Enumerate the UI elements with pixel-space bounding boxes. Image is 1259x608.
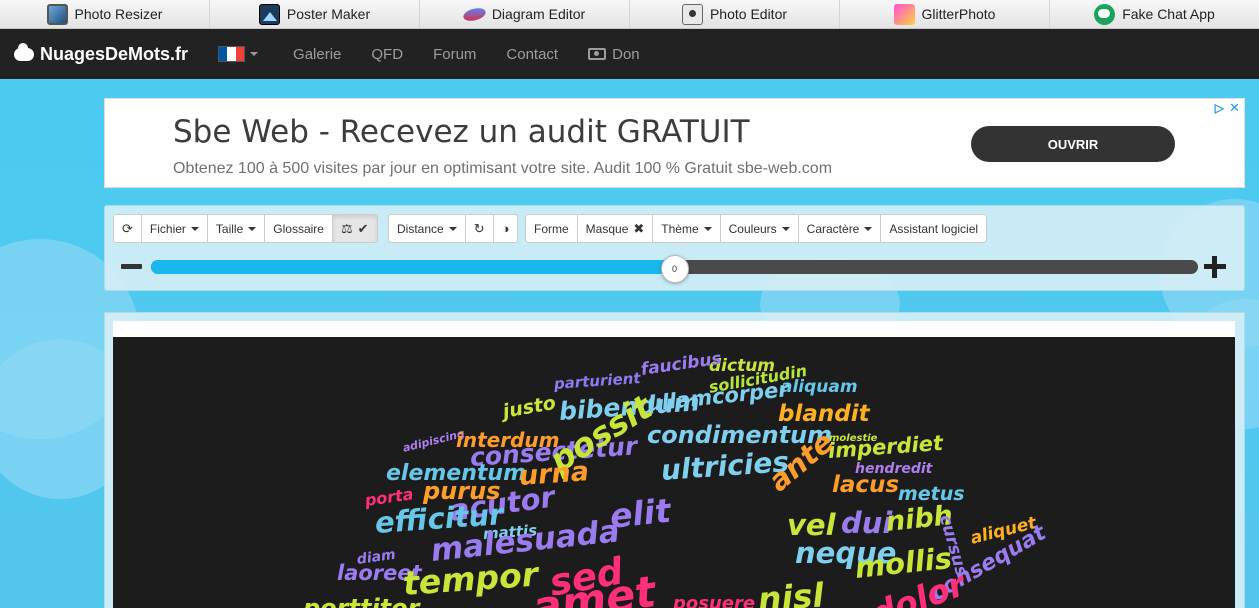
photo-resizer-icon: [46, 3, 68, 25]
cloud-word[interactable]: parturient: [553, 369, 641, 393]
close-icon[interactable]: ✕: [1229, 100, 1240, 116]
app-label: GlitterPhoto: [921, 6, 996, 22]
french-flag-icon: [218, 46, 246, 62]
contrast-icon: ◑: [501, 221, 510, 236]
glossaire-button[interactable]: Glossaire: [264, 214, 333, 243]
fichier-dropdown[interactable]: Fichier: [140, 214, 208, 243]
cloud-word[interactable]: aliquam: [781, 379, 858, 396]
money-icon: [588, 48, 607, 60]
main-navbar: NuagesDeMots.fr Galerie QFD Forum Contac…: [0, 29, 1259, 79]
cloud-word[interactable]: tempor: [402, 555, 540, 603]
minus-icon[interactable]: [121, 264, 142, 269]
contrast-button[interactable]: ◑: [492, 214, 519, 243]
taille-label: Taille: [215, 221, 244, 236]
fichier-label: Fichier: [149, 221, 186, 236]
word-cloud-canvas[interactable]: dictum faucibus parturient sollicitudin aliq…: [113, 337, 1235, 608]
ad-description[interactable]: Obtenez 100 à 500 visites par jour en op…: [173, 160, 832, 178]
cloud-word[interactable]: nisl: [757, 575, 825, 608]
app-label: Photo Editor: [709, 6, 788, 22]
distance-dropdown[interactable]: Distance: [388, 214, 466, 243]
brand-name: NuagesDeMots.fr: [40, 43, 189, 64]
app-glitterphoto[interactable]: GlitterPhoto: [840, 0, 1050, 28]
cloud-icon: [14, 42, 34, 61]
theme-dropdown[interactable]: Thème: [652, 214, 721, 243]
adchoices-icon[interactable]: ▷: [1215, 101, 1224, 115]
refresh-button[interactable]: ⟳: [113, 214, 142, 243]
app-photo-resizer[interactable]: Photo Resizer: [0, 0, 210, 28]
caret-down-icon: [703, 226, 712, 231]
caret-down-icon: [781, 226, 790, 231]
nav-links: Galerie QFD Forum Contact Don: [278, 46, 655, 63]
cloud-word[interactable]: justo: [501, 392, 557, 423]
refresh-icon: ⟳: [122, 221, 133, 236]
file-button-group: ⟳ Fichier Taille Glossaire ⚖ ✔: [113, 214, 378, 243]
diagram-editor-icon: [459, 7, 489, 21]
balance-toggle-button[interactable]: ⚖ ✔: [331, 214, 378, 243]
app-label: Fake Chat App: [1122, 6, 1215, 22]
caractere-dropdown[interactable]: Caractère: [797, 214, 882, 243]
couleurs-dropdown[interactable]: Couleurs: [719, 214, 799, 243]
app-fake-chat[interactable]: Fake Chat App: [1050, 0, 1259, 28]
cloud-word[interactable]: lacus: [832, 474, 899, 497]
masque-button[interactable]: Masque ✖: [576, 214, 654, 243]
app-label: Photo Resizer: [74, 6, 163, 22]
plus-icon[interactable]: [1204, 256, 1226, 278]
cloud-word[interactable]: porttitor: [303, 596, 419, 608]
nav-contact[interactable]: Contact: [491, 46, 573, 63]
nav-qfd[interactable]: QFD: [356, 46, 418, 63]
ad-title[interactable]: Sbe Web - Recevez un audit GRATUIT: [173, 114, 750, 150]
cloud-header-strip: [113, 321, 1235, 337]
distance-label: Distance: [397, 221, 444, 236]
donate-label: Don: [612, 45, 640, 63]
slider-fill: [151, 260, 675, 274]
forme-button[interactable]: Forme: [525, 214, 578, 243]
theme-label: Thème: [661, 221, 699, 236]
caret-down-icon: [248, 226, 257, 231]
caret-down-icon: [864, 226, 873, 231]
app-bar: Photo Resizer Poster Maker Diagram Edito…: [0, 0, 1259, 29]
app-label: Diagram Editor: [491, 6, 586, 22]
assistant-button[interactable]: Assistant logiciel: [880, 214, 988, 243]
masque-label: Masque: [585, 221, 629, 236]
remove-icon: ✖: [633, 221, 645, 236]
couleurs-label: Couleurs: [728, 221, 777, 236]
fake-chat-app-icon: [1094, 3, 1116, 25]
forme-label: Forme: [534, 221, 569, 236]
cloud-word[interactable]: imperdiet: [827, 431, 944, 463]
redo-button[interactable]: ↻: [464, 214, 494, 243]
caret-down-icon: [448, 226, 457, 231]
language-dropdown[interactable]: [218, 46, 259, 62]
caractere-label: Caractère: [806, 221, 860, 236]
toolbar-panel: ⟳ Fichier Taille Glossaire ⚖ ✔ Distance …: [104, 205, 1245, 291]
slider-thumb[interactable]: 0: [660, 255, 689, 283]
nav-donate[interactable]: Don: [573, 46, 655, 63]
app-poster-maker[interactable]: Poster Maker: [210, 0, 420, 28]
cloud-word[interactable]: posuere: [673, 595, 755, 608]
glossaire-label: Glossaire: [273, 221, 324, 236]
check-icon: ✔: [357, 221, 369, 236]
app-label: Poster Maker: [286, 6, 371, 22]
taille-dropdown[interactable]: Taille: [206, 214, 266, 243]
app-diagram-editor[interactable]: Diagram Editor: [420, 0, 630, 28]
assistant-label: Assistant logiciel: [889, 221, 979, 236]
brand-link[interactable]: NuagesDeMots.fr: [14, 42, 189, 65]
balance-scale-icon: ⚖: [340, 221, 353, 236]
nav-forum[interactable]: Forum: [418, 46, 491, 63]
nav-galerie[interactable]: Galerie: [278, 46, 356, 63]
ad-banner[interactable]: Sbe Web - Recevez un audit GRATUIT Obten…: [104, 98, 1245, 188]
glitterphoto-icon: [893, 3, 915, 25]
caret-down-icon: [190, 226, 199, 231]
photo-editor-icon: [681, 3, 703, 25]
redo-icon: ↻: [473, 221, 485, 236]
size-slider: 0: [105, 254, 1246, 284]
poster-maker-icon: [258, 3, 280, 25]
app-photo-editor[interactable]: Photo Editor: [630, 0, 840, 28]
word-cloud-panel: dictum faucibus parturient sollicitudin aliq…: [104, 312, 1245, 608]
style-button-group: Forme Masque ✖ Thème Couleurs Caractère …: [525, 214, 988, 243]
distance-button-group: Distance ↻ ◑: [388, 214, 519, 243]
ad-open-button[interactable]: OUVRIR: [971, 126, 1175, 162]
chevron-down-icon: [250, 52, 259, 56]
